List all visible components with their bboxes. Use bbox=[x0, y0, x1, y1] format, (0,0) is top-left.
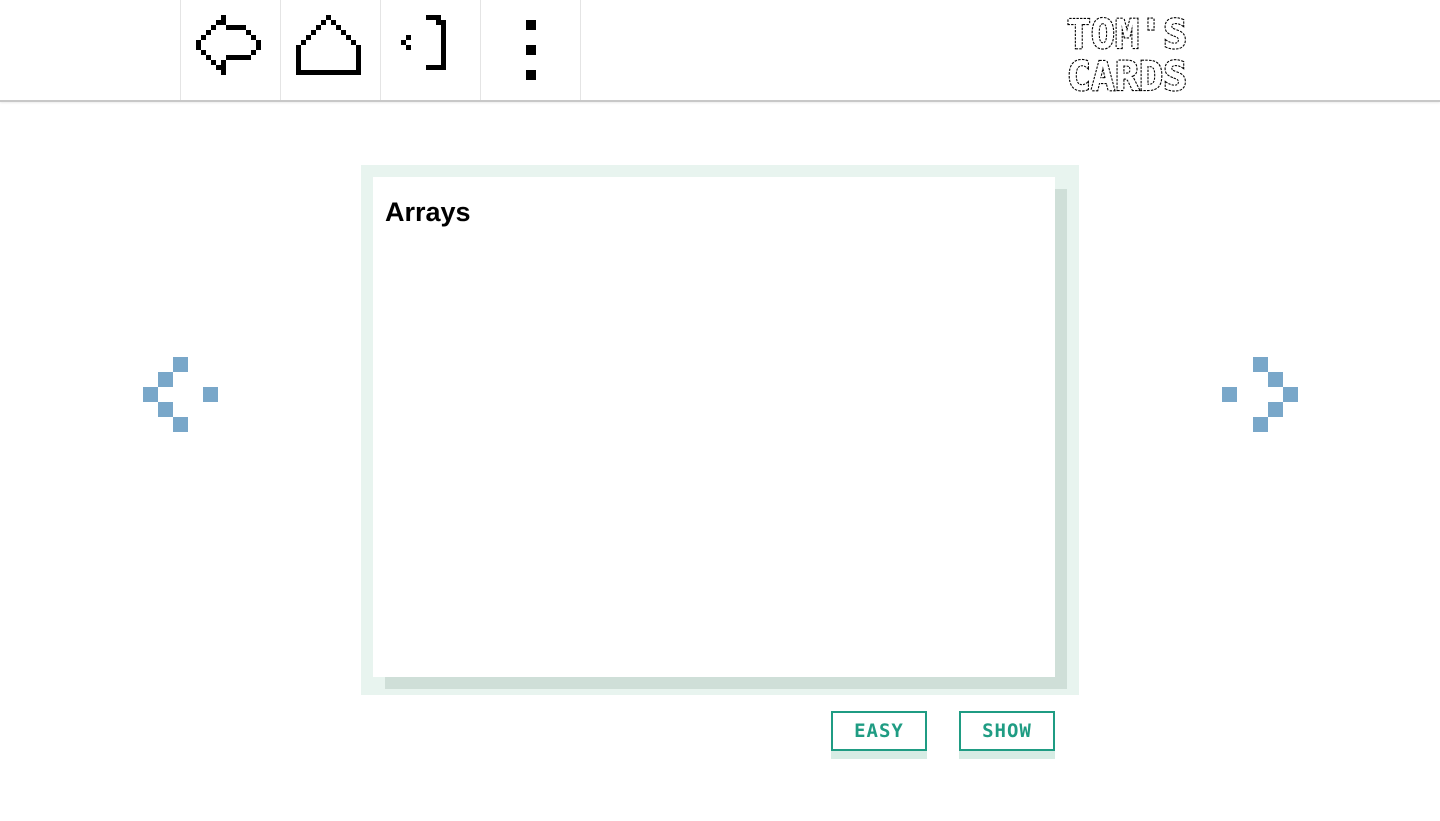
show-button-shadow bbox=[959, 751, 1055, 759]
toms-cards-logo: TOM'S CARDS bbox=[1066, 11, 1189, 94]
top-navigation-bar: TOM'S CARDS bbox=[0, 0, 1440, 102]
easy-button-shadow bbox=[831, 751, 927, 759]
home-icon bbox=[295, 15, 361, 75]
flashcard[interactable]: Arrays bbox=[373, 177, 1055, 677]
more-menu-button[interactable] bbox=[480, 0, 581, 100]
back-button[interactable] bbox=[180, 0, 280, 100]
chevron-left-icon bbox=[143, 357, 218, 432]
logout-icon bbox=[400, 15, 446, 70]
easy-button-label: EASY bbox=[831, 711, 927, 751]
chevron-right-icon bbox=[1222, 357, 1298, 432]
previous-card-button[interactable] bbox=[141, 355, 221, 435]
logout-button[interactable] bbox=[380, 0, 480, 100]
show-button-label: SHOW bbox=[959, 711, 1055, 751]
more-vertical-icon bbox=[525, 20, 536, 80]
svg-text:CARDS: CARDS bbox=[1067, 54, 1187, 94]
svg-text:TOM'S: TOM'S bbox=[1067, 12, 1187, 58]
next-card-button[interactable] bbox=[1220, 355, 1300, 435]
show-button[interactable]: SHOW bbox=[959, 711, 1055, 759]
home-button[interactable] bbox=[280, 0, 380, 100]
card-title: Arrays bbox=[385, 197, 471, 227]
easy-button[interactable]: EASY bbox=[831, 711, 927, 759]
back-arrow-icon bbox=[195, 15, 261, 75]
